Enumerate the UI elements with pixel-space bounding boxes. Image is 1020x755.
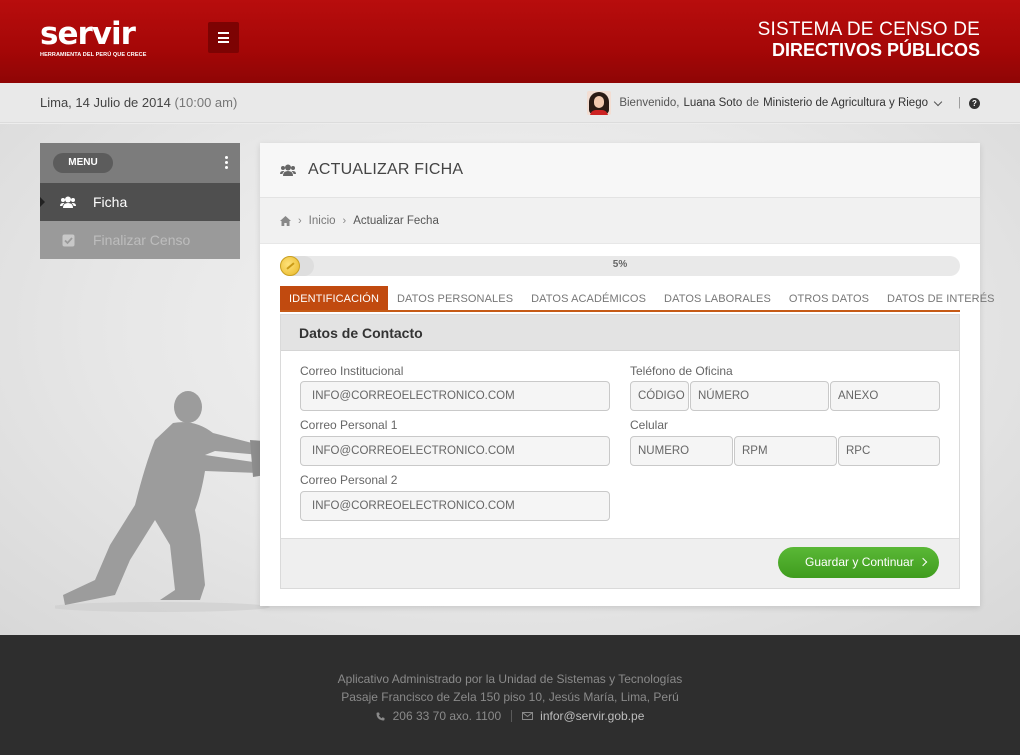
app-footer: Aplicativo Administrado por la Unidad de… xyxy=(0,635,1020,755)
progress-bar: 5% xyxy=(280,256,960,276)
envelope-icon xyxy=(522,712,534,720)
correo-institucional-label: Correo Institucional xyxy=(300,364,404,378)
tab-datos-academicos[interactable]: DATOS ACADÉMICOS xyxy=(522,286,655,310)
telefono-anexo-input[interactable]: ANEXO xyxy=(830,381,940,411)
system-title-line2: DIRECTIVOS PÚBLICOS xyxy=(771,40,980,60)
sidebar-item-label: Finalizar Censo xyxy=(93,232,191,248)
checkbox-icon xyxy=(60,234,76,247)
save-button-label: Guardar y Continuar xyxy=(805,555,914,569)
celular-rpc-input[interactable]: RPC xyxy=(838,436,940,466)
chevron-down-icon[interactable] xyxy=(933,97,943,106)
divider xyxy=(511,710,513,722)
breadcrumb-home-link[interactable]: Inicio xyxy=(309,215,336,227)
logo-wordmark: servir xyxy=(40,16,136,52)
save-and-continue-button[interactable]: Guardar y Continuar xyxy=(778,547,939,578)
correo-personal-1-label: Correo Personal 1 xyxy=(300,418,398,432)
footer-email-link[interactable]: infor@servir.gob.pe xyxy=(540,706,644,726)
page-title: ACTUALIZAR FICHA xyxy=(308,161,464,178)
sidebar-header: MENU xyxy=(40,143,240,183)
chevron-right-icon xyxy=(918,557,928,567)
system-title: SISTEMA DE CENSO DE DIRECTIVOS PÚBLICOS xyxy=(758,20,980,61)
user-name: Luana Soto xyxy=(683,97,743,109)
telefono-oficina-label: Teléfono de Oficina xyxy=(630,364,733,378)
sidebar-item-ficha[interactable]: Ficha xyxy=(40,183,240,221)
celular-numero-input[interactable]: NUMERO xyxy=(630,436,733,466)
sidebar-item-label: Ficha xyxy=(93,194,128,210)
servir-logo[interactable]: servir HERRAMIENTA DEL PERÚ QUE CRECE xyxy=(40,18,160,60)
tab-datos-personales[interactable]: DATOS PERSONALES xyxy=(388,286,522,310)
users-icon xyxy=(60,196,76,209)
correo-personal-1-input[interactable]: INFO@CORREOELECTRONICO.COM xyxy=(300,436,610,466)
footer-phone: 206 33 70 axo. 1100 xyxy=(392,709,502,723)
contact-data-section: Datos de Contacto Correo Institucional I… xyxy=(280,314,960,589)
tab-otros-datos[interactable]: OTROS DATOS xyxy=(780,286,878,310)
breadcrumb-current: Actualizar Fecha xyxy=(353,214,439,227)
menu-toggle-button[interactable] xyxy=(208,22,239,53)
sidebar: MENU Ficha Finalizar Censo xyxy=(40,143,240,259)
app-header: servir HERRAMIENTA DEL PERÚ QUE CRECE SI… xyxy=(0,0,1020,83)
progress-label: 5% xyxy=(612,259,628,270)
logo-tagline: HERRAMIENTA DEL PERÚ QUE CRECE xyxy=(40,52,147,58)
correo-personal-2-label: Correo Personal 2 xyxy=(300,473,398,487)
home-icon[interactable] xyxy=(280,215,291,226)
menu-label[interactable]: MENU xyxy=(53,153,113,173)
correo-personal-2-input[interactable]: INFO@CORREOELECTRONICO.COM xyxy=(300,491,610,521)
pushing-man-illustration xyxy=(55,391,270,612)
time-text: (10:00 am) xyxy=(174,95,238,110)
chevron-right-icon: › xyxy=(342,214,347,227)
phone-icon xyxy=(376,712,385,721)
footer-line1: Aplicativo Administrado por la Unidad de… xyxy=(337,672,683,686)
users-icon xyxy=(280,164,296,177)
section-footer: Guardar y Continuar xyxy=(281,538,959,588)
celular-label: Celular xyxy=(630,418,669,432)
current-date: Lima, 14 Julio de 2014 (10:00 am) xyxy=(40,95,237,110)
de-text: de xyxy=(746,97,760,109)
telefono-codigo-input[interactable]: CÓDIGO xyxy=(630,381,689,411)
sidebar-item-finalizar-censo[interactable]: Finalizar Censo xyxy=(40,221,240,259)
more-options-icon[interactable] xyxy=(225,156,228,171)
user-menu[interactable]: Bienvenido, Luana Soto de Ministerio de … xyxy=(587,90,980,116)
footer-contact: 206 33 70 axo. 1100 infor@servir.gob.pe xyxy=(0,706,1020,726)
divider: | xyxy=(958,97,961,109)
organization-name: Ministerio de Agricultura y Riego xyxy=(763,97,928,109)
panel-header: ACTUALIZAR FICHA xyxy=(260,143,980,198)
tab-identificacion[interactable]: IDENTIFICACIÓN xyxy=(280,286,389,310)
hamburger-icon xyxy=(218,32,229,34)
welcome-text: Bienvenido, xyxy=(619,97,680,109)
telefono-numero-input[interactable]: NÚMERO xyxy=(690,381,829,411)
celular-rpm-input[interactable]: RPM xyxy=(734,436,837,466)
info-bar: Lima, 14 Julio de 2014 (10:00 am) Bienve… xyxy=(0,83,1020,123)
main-panel: ACTUALIZAR FICHA › Inicio › Actualizar F… xyxy=(260,143,994,606)
help-icon[interactable]: ? xyxy=(969,97,980,109)
section-title: Datos de Contacto xyxy=(281,315,959,351)
avatar xyxy=(587,91,612,115)
tab-datos-de-interes[interactable]: DATOS DE INTERÉS xyxy=(878,286,1004,310)
footer-line2: Pasaje Francisco de Zela 150 piso 10, Je… xyxy=(341,690,679,704)
chevron-right-icon: › xyxy=(298,214,302,227)
system-title-line1: SISTEMA DE CENSO DE xyxy=(757,19,980,40)
tab-datos-laborales[interactable]: DATOS LABORALES xyxy=(655,286,780,310)
correo-institucional-input[interactable]: INFO@CORREOELECTRONICO.COM xyxy=(300,381,610,411)
form-tabs: IDENTIFICACIÓN DATOS PERSONALES DATOS AC… xyxy=(280,286,994,312)
date-text: Lima, 14 Julio de 2014 xyxy=(40,95,171,110)
breadcrumb: › Inicio › Actualizar Fecha xyxy=(260,198,980,244)
